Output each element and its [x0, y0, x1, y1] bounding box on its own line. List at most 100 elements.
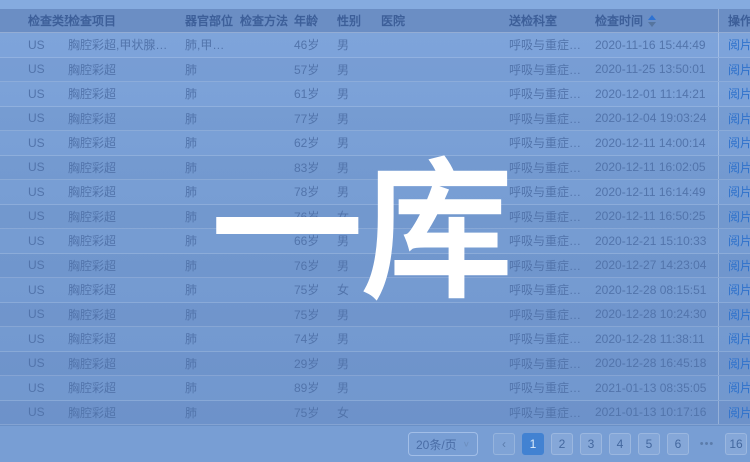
- cell-action: 阅片: [718, 33, 750, 57]
- page-button-3[interactable]: 3: [580, 433, 602, 455]
- cell-action: 阅片: [718, 205, 750, 229]
- cell-exam-type: US: [28, 136, 68, 150]
- cell-sending-dept: 呼吸与重症医...: [509, 330, 595, 347]
- cell-exam-time: 2020-12-01 11:14:21: [595, 87, 718, 101]
- cell-exam-time: 2020-12-11 16:50:25: [595, 209, 718, 223]
- view-film-link[interactable]: 阅片: [728, 330, 750, 347]
- cell-exam-item: 胸腔彩超: [68, 134, 185, 151]
- view-film-link[interactable]: 阅片: [728, 110, 750, 127]
- cell-exam-time: 2021-01-13 10:17:16: [595, 405, 718, 419]
- sorter-icon[interactable]: [648, 15, 656, 27]
- page-button-1[interactable]: 1: [522, 433, 544, 455]
- cell-exam-item: 胸腔彩超: [68, 306, 185, 323]
- cell-sending-dept: 呼吸与重症医...: [509, 208, 595, 225]
- cell-age: 75岁: [294, 306, 337, 323]
- table-body: US 胸腔彩超,甲状腺彩超 肺,甲状... 46岁 男 呼吸与重症医... 20…: [0, 33, 750, 425]
- cell-organ-site: 肺: [185, 281, 240, 298]
- col-header-exam-time-sortable[interactable]: 检查时间: [595, 12, 718, 29]
- cell-exam-time: 2020-12-27 14:23:04: [595, 258, 718, 272]
- cell-gender: 男: [337, 134, 381, 151]
- cell-organ-site: 肺: [185, 404, 240, 421]
- cell-exam-time: 2020-12-28 08:15:51: [595, 283, 718, 297]
- cell-gender: 男: [337, 183, 381, 200]
- cell-sending-dept: 呼吸与重症医...: [509, 379, 595, 396]
- table-row: US 胸腔彩超 肺 75岁 男 呼吸与重症医... 2020-12-28 10:…: [0, 303, 750, 328]
- view-film-link[interactable]: 阅片: [728, 208, 750, 225]
- table-row: US 胸腔彩超 肺 75岁 女 呼吸与重症医... 2021-01-13 10:…: [0, 401, 750, 426]
- cell-gender: 男: [337, 330, 381, 347]
- top-strip: [0, 0, 750, 9]
- cell-organ-site: 肺: [185, 379, 240, 396]
- cell-exam-item: 胸腔彩超: [68, 355, 185, 372]
- col-header-gender: 性别: [337, 12, 381, 29]
- cell-exam-type: US: [28, 111, 68, 125]
- cell-gender: 女: [337, 404, 381, 421]
- page-button-5[interactable]: 5: [638, 433, 660, 455]
- cell-exam-item: 胸腔彩超,甲状腺彩超: [68, 36, 185, 53]
- pagination-bar: 20条/页 ∨ ‹ 1 2 3 4 5 6 ••• 16: [0, 425, 750, 462]
- cell-organ-site: 肺: [185, 355, 240, 372]
- cell-exam-item: 胸腔彩超: [68, 110, 185, 127]
- cell-action: 阅片: [718, 180, 750, 204]
- view-film-link[interactable]: 阅片: [728, 379, 750, 396]
- view-film-link[interactable]: 阅片: [728, 159, 750, 176]
- sort-caret-up-icon: [648, 15, 656, 20]
- cell-exam-type: US: [28, 405, 68, 419]
- cell-exam-item: 胸腔彩超: [68, 257, 185, 274]
- cell-exam-item: 胸腔彩超: [68, 404, 185, 421]
- prev-page-button[interactable]: ‹: [493, 433, 515, 455]
- cell-organ-site: 肺: [185, 208, 240, 225]
- cell-organ-site: 肺: [185, 232, 240, 249]
- view-film-link[interactable]: 阅片: [728, 183, 750, 200]
- cell-exam-item: 胸腔彩超: [68, 85, 185, 102]
- cell-exam-type: US: [28, 185, 68, 199]
- sort-caret-down-icon: [648, 22, 656, 27]
- cell-organ-site: 肺: [185, 257, 240, 274]
- view-film-link[interactable]: 阅片: [728, 85, 750, 102]
- view-film-link[interactable]: 阅片: [728, 61, 750, 78]
- page-button-2[interactable]: 2: [551, 433, 573, 455]
- cell-action: 阅片: [718, 82, 750, 106]
- cell-age: 74岁: [294, 330, 337, 347]
- page-size-select[interactable]: 20条/页 ∨: [408, 432, 478, 456]
- page-button-4[interactable]: 4: [609, 433, 631, 455]
- col-header-hospital: 医院: [381, 12, 509, 29]
- cell-sending-dept: 呼吸与重症医...: [509, 183, 595, 200]
- view-film-link[interactable]: 阅片: [728, 232, 750, 249]
- cell-sending-dept: 呼吸与重症医...: [509, 232, 595, 249]
- cell-exam-item: 胸腔彩超: [68, 379, 185, 396]
- cell-organ-site: 肺: [185, 110, 240, 127]
- cell-sending-dept: 呼吸与重症医...: [509, 404, 595, 421]
- cell-exam-type: US: [28, 234, 68, 248]
- cell-gender: 男: [337, 379, 381, 396]
- view-film-link[interactable]: 阅片: [728, 134, 750, 151]
- cell-action: 阅片: [718, 401, 750, 425]
- col-header-sending-dept: 送检科室: [509, 12, 595, 29]
- cell-exam-type: US: [28, 160, 68, 174]
- view-film-link[interactable]: 阅片: [728, 306, 750, 323]
- cell-age: 61岁: [294, 85, 337, 102]
- cell-sending-dept: 呼吸与重症医...: [509, 159, 595, 176]
- cell-gender: 男: [337, 61, 381, 78]
- cell-action: 阅片: [718, 376, 750, 400]
- cell-gender: 男: [337, 306, 381, 323]
- page-ellipsis[interactable]: •••: [696, 433, 718, 455]
- view-film-link[interactable]: 阅片: [728, 355, 750, 372]
- page-button-16[interactable]: 16: [725, 433, 747, 455]
- cell-organ-site: 肺: [185, 61, 240, 78]
- cell-exam-item: 胸腔彩超: [68, 232, 185, 249]
- view-film-link[interactable]: 阅片: [728, 281, 750, 298]
- col-header-organ-site: 器官部位: [185, 12, 240, 29]
- page-button-6[interactable]: 6: [667, 433, 689, 455]
- table-row: US 胸腔彩超 肺 77岁 男 呼吸与重症医... 2020-12-04 19:…: [0, 107, 750, 132]
- cell-exam-item: 胸腔彩超: [68, 330, 185, 347]
- col-header-action: 操作: [718, 9, 750, 32]
- cell-gender: 男: [337, 110, 381, 127]
- view-film-link[interactable]: 阅片: [728, 404, 750, 421]
- table-row: US 胸腔彩超 肺 62岁 男 呼吸与重症医... 2020-12-11 14:…: [0, 131, 750, 156]
- table-row: US 胸腔彩超 肺 29岁 男 呼吸与重症医... 2020-12-28 16:…: [0, 352, 750, 377]
- cell-organ-site: 肺,甲状...: [185, 36, 240, 53]
- view-film-link[interactable]: 阅片: [728, 257, 750, 274]
- cell-sending-dept: 呼吸与重症医...: [509, 61, 595, 78]
- view-film-link[interactable]: 阅片: [728, 36, 750, 53]
